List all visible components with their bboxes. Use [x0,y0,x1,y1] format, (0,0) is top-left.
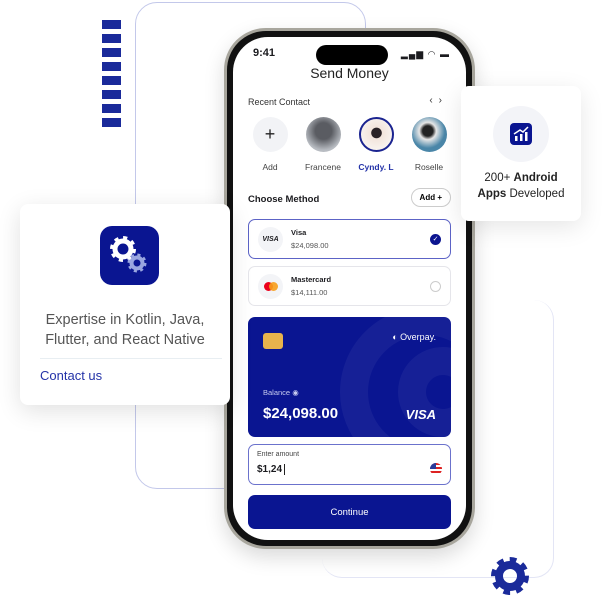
visa-logo: VISA [258,226,283,252]
check-icon[interactable]: ✓ [430,233,441,245]
recent-contact-label: Recent Contact [248,97,311,107]
us-flag-icon[interactable] [430,463,442,475]
amount-value[interactable]: $1,24 [257,464,286,475]
avatar [358,117,394,152]
apps-stat-text: 200+ Android Apps Developed [477,172,565,200]
dynamic-island [316,45,388,65]
add-method-button[interactable]: Add + [410,188,451,207]
method-mastercard[interactable]: Mastercard $14,111.00 [248,266,451,306]
contact-us-link[interactable]: Contact us [40,368,102,383]
gear-icon [489,555,531,602]
eye-icon[interactable]: ◉ [292,388,299,397]
chip-icon [263,333,283,349]
page-title: Send Money [310,65,389,81]
status-time: 9:41 [253,47,276,59]
avatar [305,117,341,152]
contact-francene[interactable]: Francene [300,117,346,172]
payment-card: ◐ Overpay. Balance ◉ $24,098.00 VISA [248,317,451,437]
avatar [411,117,447,152]
chart-growth-icon [510,123,532,145]
decor-stripes [102,20,121,132]
visa-logo: VISA [405,407,436,422]
phone-mockup: 9:41 ▂▄▆ ◠ ▬ Send Money Recent Contact ‹… [224,28,475,549]
contact-add[interactable]: + Add [247,117,293,172]
chevron-right-icon[interactable]: › [439,95,448,106]
mastercard-icon [258,273,283,299]
radio-button[interactable] [430,280,441,292]
continue-button[interactable]: Continue [248,495,451,529]
expertise-card: Expertise in Kotlin, Java, Flutter, and R… [20,204,230,405]
method-visa[interactable]: VISA Visa $24,098.00 ✓ [248,219,451,259]
choose-method-label: Choose Method [248,194,320,205]
contact-roselle[interactable]: Roselle [406,117,452,172]
plus-icon: + [252,117,288,152]
apps-stat-card: 200+ Android Apps Developed [461,86,581,221]
gears-icon [100,226,159,285]
overpay-logo-icon: ◐ [392,332,401,342]
status-icons: ▂▄▆ ◠ ▬ [400,49,450,59]
divider [40,358,222,359]
card-balance: $24,098.00 [263,405,339,422]
amount-input[interactable]: Enter amount $1,24 [248,444,451,485]
chevron-left-icon[interactable]: ‹ [429,95,438,106]
contact-cyndy[interactable]: Cyndy. L [353,117,399,172]
contacts-list: + Add Francene Cyndy. L Roselle [247,117,452,172]
expertise-text: Expertise in Kotlin, Java, Flutter, and R… [45,312,205,348]
